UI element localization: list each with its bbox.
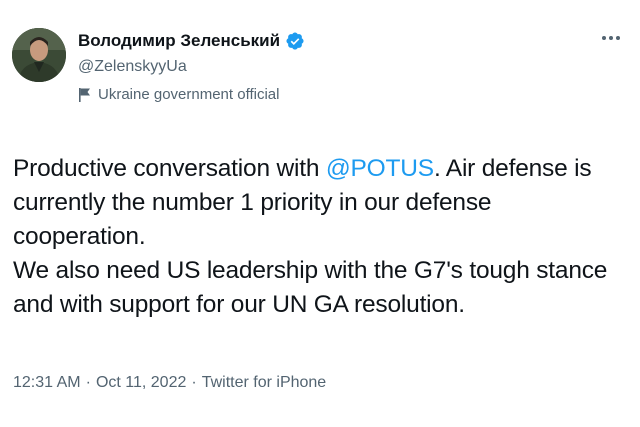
tweet-metadata: 12:31 AM · Oct 11, 2022 · Twitter for iP… [13,374,326,392]
tweet-line-text: Productive conversation with [13,155,326,182]
tweet-source[interactable]: Twitter for iPhone [202,374,327,392]
tweet-line-text: . Air defense is [433,155,592,182]
tweet-text: Productive conversation with @POTUS. Air… [13,152,633,322]
name-row: Володимир Зеленський [78,30,305,52]
tweet-line: cooperation. [13,223,146,250]
affiliation-label-text: Ukraine government official [98,86,280,103]
avatar[interactable] [12,28,66,82]
verified-badge-icon [285,31,305,51]
tweet-card: Володимир Зеленський @ZelenskyyUa Ukrain… [0,0,640,427]
author-handle[interactable]: @ZelenskyyUa [78,58,305,76]
affiliation-label[interactable]: Ukraine government official [78,86,305,103]
flag-icon [78,87,92,103]
separator: · [191,374,197,391]
tweet-line: and with support for our UN GA resolutio… [13,291,465,318]
tweet-line: We also need US leadership with the G7's… [13,257,608,284]
tweet-date[interactable]: Oct 11, 2022 [96,374,186,392]
tweet-line: Productive conversation with @POTUS. Air… [13,152,633,186]
tweet-line: currently the number 1 priority in our d… [13,189,492,216]
profile-photo [12,28,66,82]
mention-link[interactable]: @POTUS [326,155,434,182]
author-display-name[interactable]: Володимир Зеленський [78,31,280,51]
more-options-icon[interactable] [596,26,626,50]
separator: · [85,374,91,391]
tweet-time[interactable]: 12:31 AM [13,374,81,392]
author-info: Володимир Зеленський @ZelenskyyUa Ukrain… [78,30,305,103]
